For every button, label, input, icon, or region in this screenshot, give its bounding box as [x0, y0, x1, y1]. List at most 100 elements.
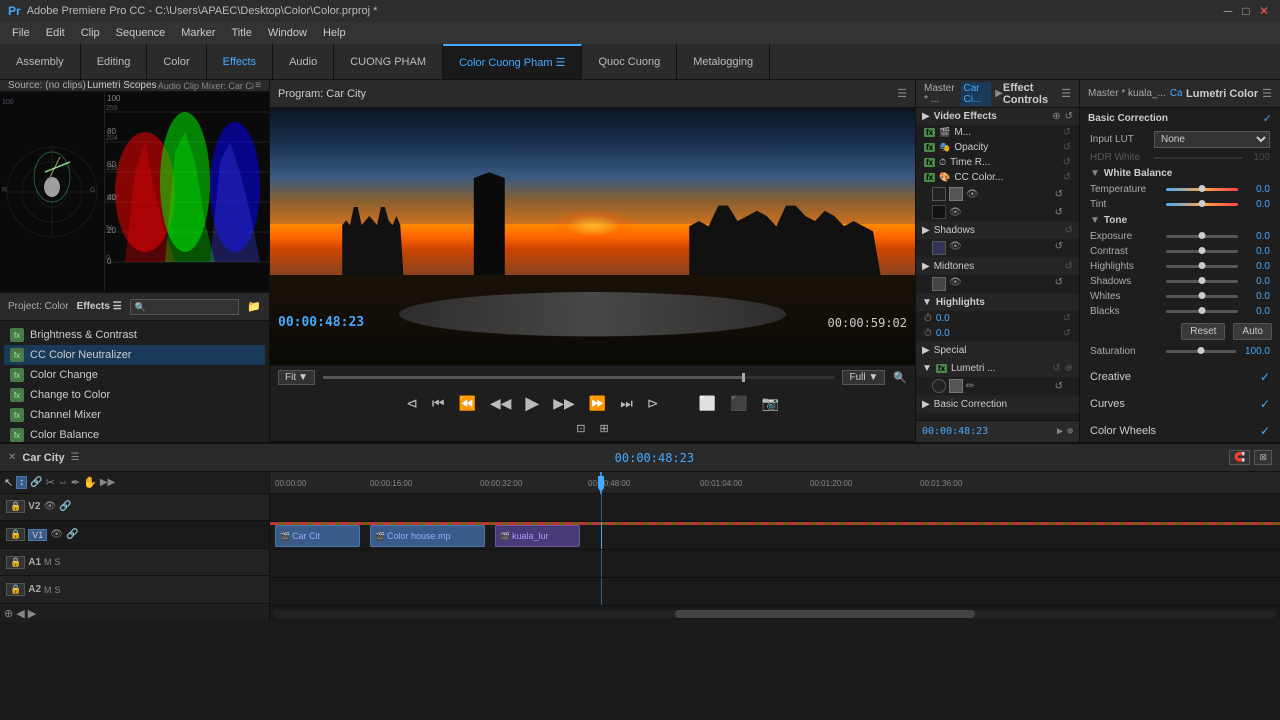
menu-window[interactable]: Window	[260, 25, 315, 41]
new-bin-icon[interactable]: 📁	[247, 300, 261, 313]
hand-tool[interactable]: ✋	[83, 476, 97, 489]
blacks-value[interactable]: 0.0	[1242, 306, 1270, 317]
saturation-knob[interactable]	[1198, 347, 1205, 354]
car-city-tab[interactable]: Car Ci...	[961, 82, 992, 106]
l-reset-icon[interactable]: ↺	[1055, 381, 1063, 392]
lc-menu-icon[interactable]: ☰	[1262, 87, 1272, 100]
timeline-close-icon[interactable]: ✕	[8, 452, 16, 463]
highlights-header[interactable]: ▼ Highlights	[916, 294, 1079, 311]
menu-marker[interactable]: Marker	[173, 25, 223, 41]
cc-reset-icon2[interactable]: ↺	[1055, 207, 1063, 218]
horizontal-scrollbar[interactable]	[274, 610, 1276, 618]
v1-link-icon[interactable]: 🔗	[66, 529, 78, 540]
tab-editing[interactable]: Editing	[81, 44, 148, 79]
shadows-reset[interactable]: ↺	[1065, 225, 1073, 236]
step-back-button[interactable]: ⏪	[454, 393, 479, 414]
razor-tool[interactable]: ✂	[46, 476, 55, 489]
whites-value[interactable]: 0.0	[1242, 291, 1270, 302]
special-header[interactable]: ▶ Special	[916, 342, 1079, 359]
clip-color-house[interactable]: 🎬 Color house.mp	[370, 525, 485, 547]
tab-audio[interactable]: Audio	[273, 44, 334, 79]
whites-knob[interactable]	[1199, 292, 1206, 299]
menu-clip[interactable]: Clip	[73, 25, 108, 41]
l-swatch1[interactable]	[932, 379, 946, 393]
h-timer-icon[interactable]: ⏱	[924, 313, 932, 324]
effect-change-to-color[interactable]: fx Change to Color	[4, 385, 265, 405]
link-tool[interactable]: 🔗	[30, 477, 42, 488]
fit-dropdown[interactable]: Fit ▼	[278, 370, 315, 385]
tab-cuong-pham[interactable]: CUONG PHAM	[334, 44, 443, 79]
go-to-out-button[interactable]: ⏭	[616, 393, 637, 414]
close-button[interactable]: ✕	[1256, 3, 1272, 19]
ec-menu-icon[interactable]: ☰	[1061, 87, 1071, 100]
tint-value[interactable]: 0.0	[1242, 199, 1270, 210]
v2-link-icon[interactable]: 🔗	[59, 501, 71, 512]
effect-change-color[interactable]: fx Color Change	[4, 365, 265, 385]
tab-color[interactable]: Color	[147, 44, 206, 79]
l-pen-icon[interactable]: ✏	[966, 381, 974, 392]
scroll-right[interactable]: ▶	[28, 607, 36, 620]
effect-cc-color-neutralizer[interactable]: fx CC Color Neutralizer	[4, 345, 265, 365]
fx-motion-label[interactable]: M...	[954, 127, 971, 138]
input-lut-dropdown[interactable]: None	[1154, 131, 1270, 148]
basic-correction-header[interactable]: ▶ Basic Correction	[916, 396, 1079, 413]
compare2-button[interactable]: ⊞	[596, 420, 613, 437]
exposure-knob[interactable]	[1199, 232, 1206, 239]
lc-car-city[interactable]: Car City * ku...	[1170, 88, 1182, 99]
l-swatch2[interactable]	[949, 379, 963, 393]
panel-menu-icon[interactable]: ≡	[255, 80, 261, 91]
menu-file[interactable]: File	[4, 25, 38, 41]
auto-button[interactable]: Auto	[1233, 323, 1272, 340]
bc-section-header[interactable]: Basic Correction ✓	[1080, 108, 1280, 129]
effect-color-balance[interactable]: fx Color Balance	[4, 425, 265, 445]
scroll-left[interactable]: ◀	[16, 607, 24, 620]
titlebar-controls[interactable]: ─ □ ✕	[1220, 3, 1272, 19]
minimize-button[interactable]: ─	[1220, 3, 1236, 19]
timeline-timecode[interactable]: 00:00:48:23	[615, 451, 694, 465]
shadows-eye-icon[interactable]: 👁	[949, 241, 962, 255]
lumetri-reset[interactable]: ↺	[1052, 363, 1060, 374]
h-value2[interactable]: 0.0	[936, 328, 950, 339]
h-reset2[interactable]: ↺	[1063, 328, 1071, 339]
color-wheels-section[interactable]: Color Wheels ✓	[1080, 418, 1280, 442]
menu-edit[interactable]: Edit	[38, 25, 73, 41]
a1-m-button[interactable]: M	[44, 557, 52, 567]
selection-tool[interactable]: ↖	[4, 476, 13, 489]
reset-button[interactable]: Reset	[1181, 323, 1225, 340]
cc-swatch1[interactable]	[932, 187, 946, 201]
track-select-tool[interactable]: ▶▶	[100, 477, 115, 488]
cc-swatch3[interactable]	[932, 205, 946, 219]
temperature-value[interactable]: 0.0	[1242, 184, 1270, 195]
fx-reset-opacity[interactable]: ↺	[1063, 142, 1071, 153]
fx-reset-cc[interactable]: ↺	[1063, 172, 1071, 183]
a1-lock-button[interactable]: 🔒	[6, 556, 25, 569]
highlights-lc-knob[interactable]	[1199, 262, 1206, 269]
fast-forward-button[interactable]: ▶▶	[549, 393, 579, 414]
program-panel-menu[interactable]: ☰	[897, 87, 907, 100]
tone-header[interactable]: ▼ Tone	[1080, 212, 1280, 229]
fx-cc-label[interactable]: CC Color...	[954, 172, 1003, 183]
slip-tool[interactable]: ⇔	[58, 477, 68, 488]
step-forward-button[interactable]: ⏩	[585, 393, 610, 414]
tab-quoc-cuong[interactable]: Quoc Cuong	[582, 44, 677, 79]
overwrite-button[interactable]: ⬛	[726, 393, 751, 414]
rewind-button[interactable]: ◀◀	[486, 393, 516, 414]
saturation-value[interactable]: 100.0	[1240, 346, 1270, 357]
white-balance-header[interactable]: ▼ White Balance	[1080, 165, 1280, 182]
temperature-knob[interactable]	[1199, 185, 1206, 192]
v1-active-button[interactable]: V1	[28, 529, 47, 541]
ripple-edit-tool[interactable]: ↕	[16, 476, 27, 489]
a1-s-button[interactable]: S	[55, 557, 61, 567]
shadows-lc-knob[interactable]	[1199, 277, 1206, 284]
clip-car-city[interactable]: 🎬 Car Cit	[275, 525, 360, 547]
go-to-in-button[interactable]: ⏮	[428, 393, 449, 414]
cc-swatch2[interactable]	[949, 187, 963, 201]
zoom-icon[interactable]: 🔍	[893, 371, 907, 384]
compare-button[interactable]: ⊡	[572, 420, 589, 437]
effects-search-input[interactable]	[130, 299, 240, 315]
shadows-color-swatch[interactable]	[932, 241, 946, 255]
curves-section[interactable]: Curves ✓	[1080, 391, 1280, 418]
menu-title[interactable]: Title	[223, 25, 259, 41]
menu-help[interactable]: Help	[315, 25, 354, 41]
quality-dropdown[interactable]: Full ▼	[842, 370, 885, 385]
